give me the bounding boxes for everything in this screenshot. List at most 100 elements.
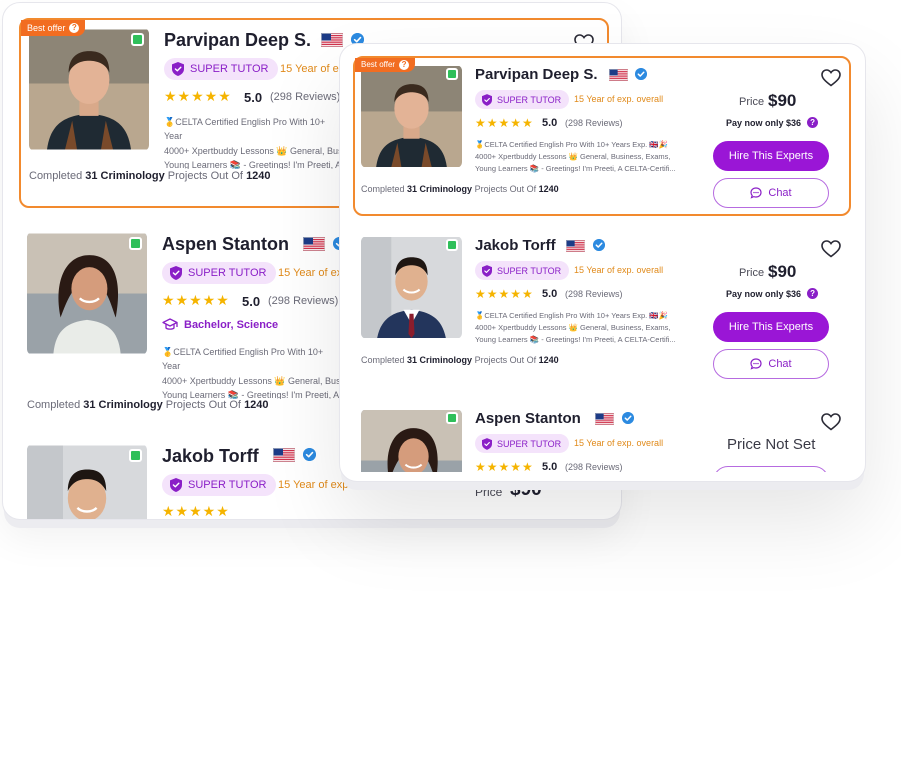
- super-tutor-badge: SUPER TUTOR: [164, 58, 279, 80]
- best-offer-badge: Best offer ?: [21, 20, 86, 36]
- price-label: Price: [739, 267, 765, 279]
- tutor-name[interactable]: Parvipan Deep S.: [475, 66, 598, 83]
- shield-icon: [172, 62, 184, 76]
- chat-button[interactable]: Chat: [713, 178, 829, 208]
- tutor-portrait-image: [361, 65, 462, 168]
- rating-stars: ★★★★★: [164, 88, 232, 104]
- completed-prefix: Completed: [27, 399, 81, 411]
- reviews-count[interactable]: (298 Reviews): [565, 462, 623, 472]
- tutor-photo[interactable]: [361, 65, 462, 168]
- reviews-count[interactable]: (298 Reviews): [565, 118, 623, 128]
- tutor-name[interactable]: Aspen Stanton: [475, 410, 581, 427]
- favorite-heart-icon[interactable]: [821, 69, 841, 87]
- pay-now-label: Pay now only $36: [726, 117, 802, 128]
- tutor-portrait-image: [29, 28, 149, 151]
- rating-value: 5.0: [244, 90, 263, 105]
- favorite-heart-icon[interactable]: [821, 413, 841, 431]
- reviews-count[interactable]: (298 Reviews): [268, 295, 338, 307]
- completed-prefix: Completed: [29, 170, 83, 182]
- price-value: $90: [768, 262, 797, 281]
- completed-mid: Projects Out Of: [474, 184, 537, 194]
- chat-label: Chat: [768, 358, 792, 370]
- shield-icon: [482, 265, 492, 277]
- rating-stars: ★★★★★: [162, 503, 230, 519]
- hire-button[interactable]: [713, 466, 829, 472]
- pay-now-text: Pay now only $36 ?: [726, 117, 819, 128]
- tutor-photo[interactable]: [29, 28, 149, 151]
- tutor-name[interactable]: Jakob Torff: [162, 446, 259, 467]
- pay-now-label: Pay now only $36: [726, 288, 802, 299]
- super-tutor-label: SUPER TUTOR: [190, 63, 269, 75]
- price-value: $90: [510, 479, 542, 500]
- experience-text: 15 Year of ex: [278, 267, 343, 279]
- us-flag-icon: [303, 237, 325, 251]
- tutor-card-aspen[interactable]: Aspen Stanton SUPER TUTOR 15 Year of exp…: [353, 402, 851, 472]
- chat-icon: [750, 358, 762, 370]
- tutor-description: 🥇CELTA Certified English Pro With 10+ Ye…: [475, 311, 676, 344]
- tutor-description: 🥇CELTA Certified English Pro With 10+ Ye…: [475, 140, 676, 173]
- completed-projects: Completed 31 Criminology Projects Out Of…: [361, 184, 559, 194]
- completed-projects: Completed 31 Criminology Projects Out Of…: [361, 355, 559, 365]
- price-label: Price: [739, 96, 765, 108]
- degree-info: Bachelor, Science: [162, 318, 278, 332]
- online-status-icon: [446, 412, 458, 424]
- completed-mid: Projects Out Of: [165, 399, 241, 411]
- super-tutor-label: SUPER TUTOR: [188, 267, 267, 279]
- super-tutor-badge: SUPER TUTOR: [475, 434, 570, 453]
- completed-prefix: Completed: [361, 355, 405, 365]
- tutor-photo[interactable]: [27, 232, 147, 355]
- completed-total: 1240: [538, 355, 559, 365]
- us-flag-icon: [595, 413, 614, 425]
- pay-now-text: Pay now only $36 ?: [726, 288, 819, 299]
- hire-button[interactable]: Hire This Experts: [713, 312, 829, 342]
- favorite-heart-icon[interactable]: [821, 240, 841, 258]
- best-offer-label: Best offer: [27, 23, 66, 33]
- info-icon[interactable]: ?: [69, 23, 80, 33]
- tutor-photo[interactable]: [361, 236, 462, 339]
- super-tutor-badge: SUPER TUTOR: [162, 474, 277, 496]
- completed-total: 1240: [244, 399, 269, 411]
- chat-label: Chat: [768, 187, 792, 199]
- tutor-name[interactable]: Aspen Stanton: [162, 234, 289, 255]
- verified-icon: [635, 68, 647, 80]
- hire-button[interactable]: Hire This Experts: [713, 141, 829, 171]
- reviews-count[interactable]: (298 Reviews): [565, 289, 623, 299]
- degree-label: Bachelor, Science: [184, 319, 279, 331]
- online-status-icon: [129, 449, 142, 462]
- tutor-description: 🥇CELTA Certified English Pro With 10+ Ye…: [164, 117, 343, 169]
- help-icon[interactable]: ?: [807, 288, 819, 299]
- chat-button[interactable]: Chat: [713, 349, 829, 379]
- shield-icon: [482, 94, 492, 106]
- tutor-name[interactable]: Parvipan Deep S.: [164, 30, 311, 51]
- verified-icon: [622, 412, 634, 424]
- tutor-portrait-image: [361, 236, 462, 339]
- tutor-card-jakob[interactable]: Jakob Torff SUPER TUTOR 15 Year of exp. …: [353, 229, 851, 389]
- us-flag-icon: [273, 448, 295, 462]
- reviews-count[interactable]: (298 Reviews): [270, 91, 340, 103]
- price-not-set-text: Price Not Set: [727, 436, 816, 453]
- price-value: $90: [768, 91, 797, 110]
- rating-value: 5.0: [242, 294, 261, 309]
- super-tutor-badge: SUPER TUTOR: [162, 262, 277, 284]
- us-flag-icon: [566, 240, 585, 252]
- super-tutor-label: SUPER TUTOR: [497, 94, 562, 105]
- experience-text: 15 Year of exp. overall: [574, 265, 664, 275]
- verified-icon: [593, 239, 605, 251]
- tutor-description: 🥇CELTA Certified English Pro With 10+ Ye…: [162, 347, 341, 399]
- shield-icon: [170, 266, 182, 280]
- rating-value: 5.0: [542, 117, 558, 129]
- rating-stars: ★★★★★: [162, 292, 230, 308]
- completed-total: 1240: [538, 184, 559, 194]
- tutor-card-parvipan[interactable]: Best offer ? Parvipan Deep S. SUPER TUTO…: [353, 56, 851, 216]
- completed-mid: Projects Out Of: [474, 355, 537, 365]
- rating-stars: ★★★★★: [475, 460, 534, 472]
- help-icon[interactable]: ?: [807, 117, 819, 128]
- completed-projects: Completed 31 Criminology Projects Out Of…: [27, 399, 269, 411]
- experience-text: 15 Year of exp. overall: [574, 94, 664, 104]
- tutor-name[interactable]: Jakob Torff: [475, 237, 556, 254]
- super-tutor-badge: SUPER TUTOR: [475, 261, 570, 280]
- us-flag-icon: [609, 69, 628, 81]
- super-tutor-badge: SUPER TUTOR: [475, 90, 570, 109]
- online-status-icon: [446, 68, 458, 80]
- info-icon[interactable]: ?: [399, 60, 410, 70]
